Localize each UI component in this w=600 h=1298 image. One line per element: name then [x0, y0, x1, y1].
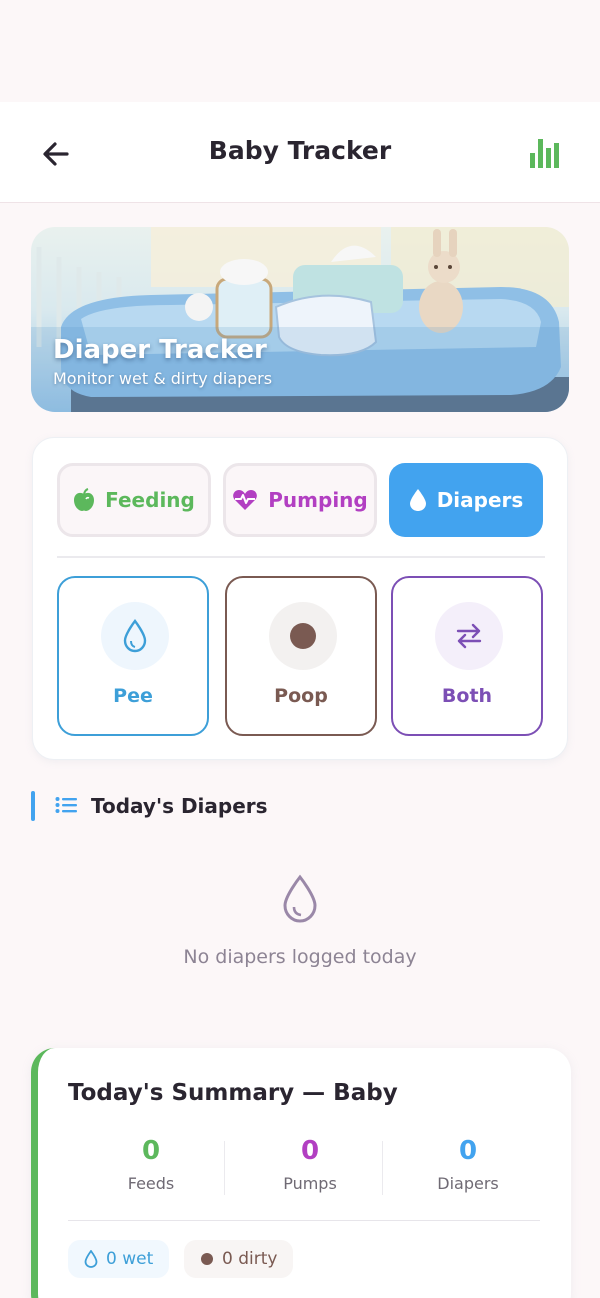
tabs-divider	[57, 556, 545, 558]
bar-chart-icon	[530, 139, 559, 168]
tab-diapers[interactable]: Diapers	[389, 463, 543, 537]
stat-feeds: 0 Feeds	[72, 1136, 230, 1193]
pee-icon-circle	[101, 602, 169, 670]
drop-icon	[123, 619, 147, 653]
stat-pumps-label: Pumps	[283, 1174, 337, 1193]
pee-button[interactable]: Pee	[57, 576, 209, 736]
hero-title: Diaper Tracker	[53, 335, 267, 365]
drop-icon	[409, 489, 426, 511]
poop-label: Poop	[274, 685, 328, 707]
summary-card: Today's Summary — Baby 0 Feeds 0 Pumps 0…	[31, 1048, 571, 1298]
poop-button[interactable]: Poop	[225, 576, 377, 736]
summary-divider	[68, 1220, 540, 1221]
heart-pulse-icon	[233, 490, 258, 510]
todays-diapers-header: Today's Diapers	[31, 791, 431, 821]
drop-icon	[84, 1250, 98, 1268]
both-icon-circle	[435, 602, 503, 670]
tracker-tabs: Feeding Pumping Diapers	[57, 463, 545, 537]
wet-count-text: 0 wet	[106, 1249, 154, 1269]
summary-title: Today's Summary — Baby	[68, 1080, 398, 1106]
status-bar-area	[0, 0, 600, 102]
hero-banner: Diaper Tracker Monitor wet & dirty diape…	[31, 227, 569, 412]
stat-pumps: 0 Pumps	[231, 1136, 389, 1193]
stat-separator	[224, 1141, 225, 1195]
empty-state-text: No diapers logged today	[183, 946, 417, 968]
poop-icon-circle	[269, 602, 337, 670]
section-accent-bar	[31, 791, 35, 821]
apple-icon	[74, 488, 95, 511]
swap-arrows-icon	[456, 623, 482, 649]
dot-icon	[201, 1253, 213, 1265]
stat-diapers-label: Diapers	[437, 1174, 499, 1193]
dot-icon	[290, 623, 316, 649]
list-icon	[55, 797, 77, 813]
both-label: Both	[441, 685, 493, 707]
app-header: Baby Tracker	[0, 102, 600, 203]
pee-label: Pee	[113, 685, 153, 707]
tab-feeding-label: Feeding	[105, 488, 195, 512]
both-button[interactable]: Both	[391, 576, 543, 736]
stat-separator	[382, 1141, 383, 1195]
stat-feeds-value: 0	[141, 1136, 161, 1166]
section-title: Today's Diapers	[91, 794, 268, 818]
empty-drop-icon	[283, 874, 317, 923]
tab-diapers-label: Diapers	[436, 488, 524, 512]
stat-feeds-label: Feeds	[127, 1174, 175, 1193]
page-title: Baby Tracker	[208, 136, 392, 165]
stats-button[interactable]	[524, 132, 564, 172]
tab-feeding[interactable]: Feeding	[57, 463, 211, 537]
tab-pumping-label: Pumping	[268, 488, 368, 512]
tracker-card: Feeding Pumping Diapers Pee Poop Both	[32, 437, 568, 760]
hero-subtitle: Monitor wet & dirty diapers	[53, 369, 273, 388]
stat-diapers-value: 0	[458, 1136, 478, 1166]
stat-diapers: 0 Diapers	[389, 1136, 547, 1193]
tab-pumping[interactable]: Pumping	[223, 463, 377, 537]
wet-count-badge: 0 wet	[68, 1240, 170, 1278]
dirty-count-badge: 0 dirty	[184, 1240, 294, 1278]
dirty-count-text: 0 dirty	[222, 1249, 278, 1269]
stat-pumps-value: 0	[300, 1136, 320, 1166]
